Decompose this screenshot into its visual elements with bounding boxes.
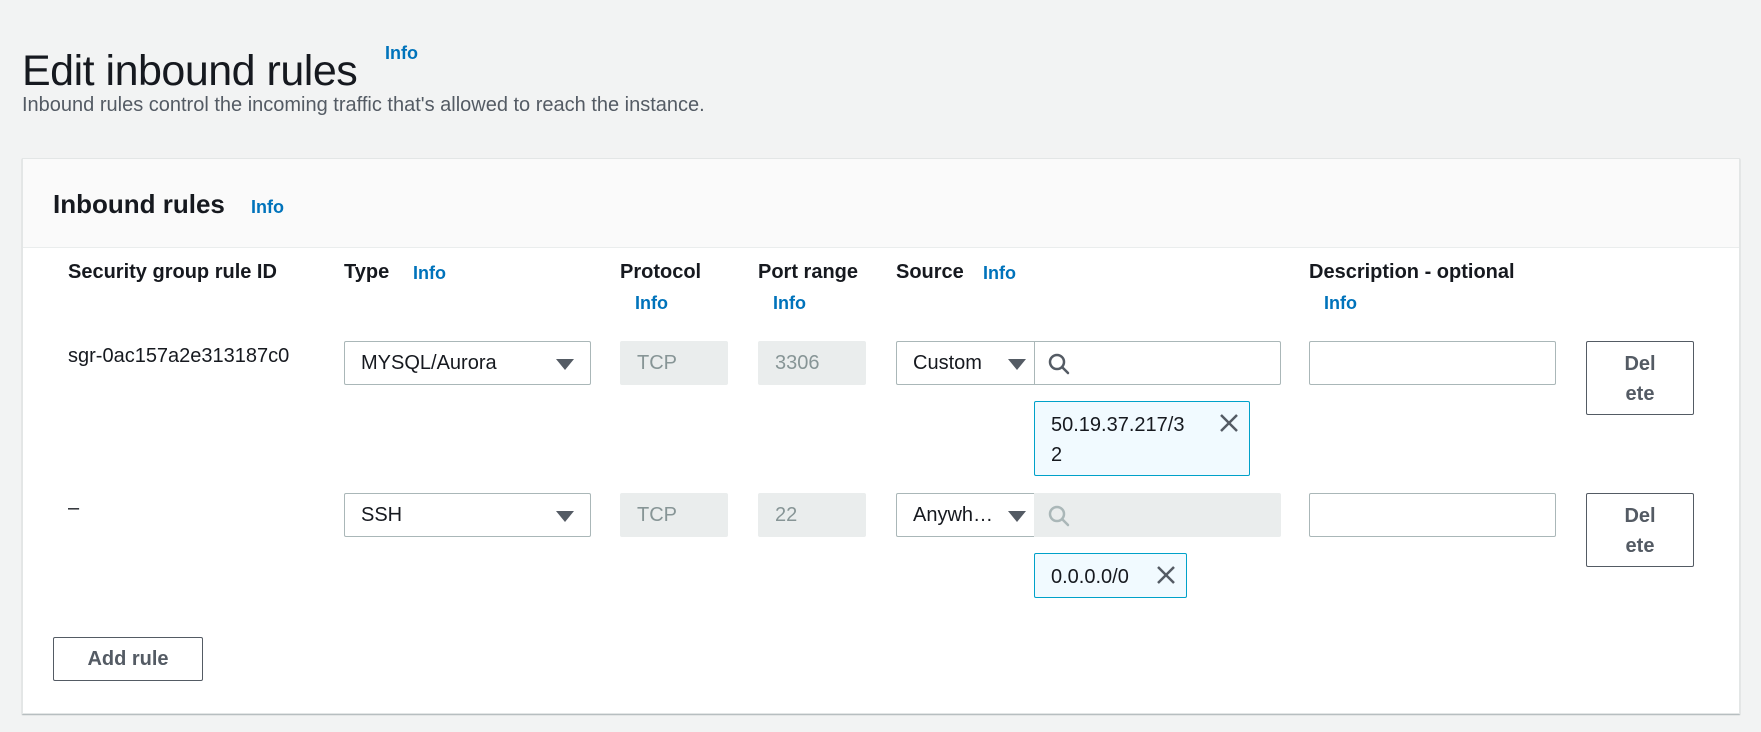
col-header-port-range: Port range: [758, 261, 859, 283]
page-title-info-link[interactable]: Info: [385, 43, 418, 64]
protocol-field: TCP: [620, 341, 728, 385]
description-input[interactable]: [1309, 341, 1556, 385]
search-icon: [1048, 505, 1070, 527]
rule-id-cell: sgr-0ac157a2e313187c0: [68, 345, 290, 367]
close-icon[interactable]: [1218, 412, 1240, 434]
add-rule-button[interactable]: Add rule: [53, 637, 203, 681]
col-header-protocol: Protocol: [620, 261, 702, 283]
type-select[interactable]: MYSQL/Aurora: [344, 341, 591, 385]
source-token: 0.0.0.0/0: [1034, 553, 1187, 598]
panel-title: Inbound rules: [53, 189, 225, 219]
source-type-select[interactable]: Anywh…: [896, 493, 1035, 537]
col-port-range-info-link[interactable]: Info: [773, 293, 806, 314]
port-range-field: 22: [758, 493, 866, 537]
delete-rule-button[interactable]: Del ete: [1586, 493, 1694, 567]
delete-button-label-line1: Del: [1624, 505, 1656, 527]
description-input[interactable]: [1309, 493, 1556, 537]
delete-button-label-line2: ete: [1625, 535, 1655, 557]
source-type-select[interactable]: Custom: [896, 341, 1035, 385]
col-description-info-link[interactable]: Info: [1324, 293, 1357, 314]
inbound-rules-panel: Inbound rules Info Security group rule I…: [22, 158, 1740, 714]
delete-button-label-line1: Del: [1624, 353, 1656, 375]
rule-id-cell: –: [68, 497, 80, 519]
source-search-input: [1034, 493, 1281, 537]
source-token-label-line1: 50.19.37.217/3: [1051, 414, 1185, 436]
caret-down-icon: [556, 511, 574, 522]
close-icon[interactable]: [1155, 564, 1177, 586]
search-icon: [1048, 353, 1070, 375]
source-token-label-line2: 2: [1051, 444, 1063, 466]
source-token-label: 0.0.0.0/0: [1051, 566, 1129, 588]
page-description: Inbound rules control the incoming traff…: [22, 94, 705, 116]
col-header-type: Type: [344, 261, 390, 283]
col-source-info-link[interactable]: Info: [983, 263, 1016, 284]
col-header-description: Description - optional: [1309, 261, 1515, 283]
delete-rule-button[interactable]: Del ete: [1586, 341, 1694, 415]
col-header-source: Source: [896, 261, 964, 283]
caret-down-icon: [556, 359, 574, 370]
port-range-field: 3306: [758, 341, 866, 385]
caret-down-icon: [1008, 511, 1026, 522]
col-header-rule-id: Security group rule ID: [68, 261, 277, 283]
col-type-info-link[interactable]: Info: [413, 263, 446, 284]
protocol-field: TCP: [620, 493, 728, 537]
delete-button-label-line2: ete: [1625, 383, 1655, 405]
col-protocol-info-link[interactable]: Info: [635, 293, 668, 314]
panel-header: Inbound rules Info: [23, 159, 1739, 248]
panel-info-link[interactable]: Info: [251, 197, 284, 218]
source-token: 50.19.37.217/3 2: [1034, 401, 1250, 476]
source-search-input[interactable]: [1034, 341, 1281, 385]
page-title: Edit inbound rules: [22, 46, 358, 95]
type-select[interactable]: SSH: [344, 493, 591, 537]
caret-down-icon: [1008, 359, 1026, 370]
